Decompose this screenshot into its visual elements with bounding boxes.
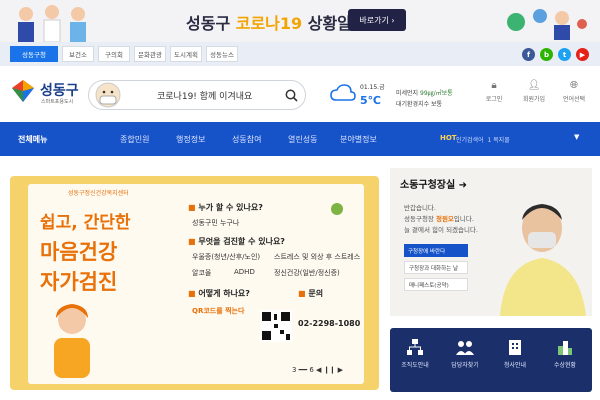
question-who: ■ 누가 할 수 있나요? <box>188 203 263 212</box>
main-nav: 전체메뉴 종합민원 행정정보 성동참여 열린성동 분야별정보 HOT 인기검색어… <box>0 122 600 156</box>
language-button[interactable]: 🌐︎ 언어선택 <box>556 80 592 103</box>
nav-item-field-info[interactable]: 분야별정보 <box>340 134 377 145</box>
fine-dust-status: 미세먼지 99㎍/㎥보통 <box>396 90 453 97</box>
mental-health-card: 성동구정신건강복지센터 쉽고, 간단한 마음건강 자가검진 ■ 누가 할 수 있… <box>28 184 364 384</box>
youtube-icon[interactable]: ▶ <box>576 48 589 61</box>
lock-icon: 🔒︎ <box>491 80 497 91</box>
quick-find-staff[interactable]: 담당자찾기 <box>440 338 490 369</box>
site-tabs-bar: 성동구청 보건소 구의회 문화관광 도시계획 성동뉴스 f b t ▶ <box>0 42 600 66</box>
answer-how: QR코드를 찍는다 <box>192 307 245 315</box>
seongdong-logo-icon[interactable] <box>10 78 36 104</box>
health-center-logo-icon <box>331 203 343 215</box>
nav-item-participation[interactable]: 성동참여 <box>232 134 261 145</box>
woman-illustration <box>54 304 90 378</box>
weather-date: 01.15.금 <box>360 84 385 91</box>
banner-go-button[interactable]: 바로가기 › <box>348 9 406 31</box>
promo-slider[interactable]: 성동구정신건강복지센터 쉽고, 간단한 마음건강 자가검진 ■ 누가 할 수 있… <box>10 176 379 390</box>
hot-keyword-label: HOT <box>440 134 457 142</box>
answer-who: 성동구민 누구나 <box>192 219 240 227</box>
mayor-photo <box>500 204 586 316</box>
air-quality-index: 대기환경지수 보통 <box>396 101 443 108</box>
contact-phone: 02-2298-1080 <box>298 319 361 328</box>
search-icon[interactable] <box>285 89 298 102</box>
question-how: ■ 어떻게 하나요? <box>188 289 250 298</box>
site-tab-culture[interactable]: 문화관광 <box>134 46 166 62</box>
org-chart-icon <box>407 339 423 355</box>
site-header: 성동구 스마트포용도시 코로나19! 함께 이겨내요 01.15.금 5℃ 미세… <box>0 66 600 122</box>
quick-building-info[interactable]: 청사안내 <box>490 338 540 369</box>
answer-stress: 스트레스 및 외상 후 스트레스 <box>274 253 361 261</box>
mayor-wish-button[interactable]: 구청장에 바란다 <box>404 244 468 257</box>
medical-staff-illustration <box>18 5 86 42</box>
building-icon <box>509 340 521 355</box>
mayor-office-panel: 소동구청장실 ➜ 반갑습니다. 성동구청장 정원오입니다. 늘 곁에서 힘이 되… <box>390 168 592 316</box>
quick-awards[interactable]: 수상현황 <box>540 338 590 369</box>
covid-banner[interactable]: 성동구 코로나19 상황알림 바로가기 › <box>0 0 600 42</box>
mayor-talk-button[interactable]: 구청장과 대화하는 날 <box>404 261 468 274</box>
logo-text[interactable]: 성동구 <box>40 80 79 100</box>
slider-pager[interactable]: 3 ━━ 6 ◀ ❙❙ ▶ <box>292 366 343 374</box>
quick-links: 조직도안내 담당자찾기 청사안내 수상현황 <box>390 328 592 392</box>
people-icon <box>456 341 474 355</box>
answer-mental-health: 정신건강(일반/정신증) <box>274 269 340 277</box>
mayor-greeting-2: 성동구청장 정원오입니다. <box>404 215 474 223</box>
facebook-icon[interactable]: f <box>522 48 535 61</box>
hot-keyword[interactable]: 인기검색어 1 복지몰 <box>456 135 510 144</box>
mayor-office-title[interactable]: 소동구청장실 ➜ <box>400 176 467 191</box>
site-tab-news[interactable]: 성동뉴스 <box>206 46 238 62</box>
answer-alcohol: 알코올 <box>192 269 212 277</box>
globe-icon: 🌐︎ <box>570 80 578 91</box>
site-tab-council[interactable]: 구의회 <box>98 46 130 62</box>
mayor-greeting-1: 반갑습니다. <box>404 204 436 212</box>
twitter-icon[interactable]: t <box>558 48 571 61</box>
all-menu-button[interactable]: 전체메뉴 <box>18 134 47 145</box>
qr-code[interactable] <box>260 310 292 342</box>
question-what: ■ 무엇을 검진할 수 있나요? <box>188 237 285 246</box>
search-input[interactable]: 코로나19! 함께 이겨내요 <box>88 80 306 110</box>
blog-icon[interactable]: b <box>540 48 553 61</box>
site-tab-urban-plan[interactable]: 도시계획 <box>170 46 202 62</box>
cloud-icon <box>330 84 356 101</box>
card-org-label: 성동구정신건강복지센터 <box>68 190 129 197</box>
manifesto-button[interactable]: 매니페스토(공약) <box>404 278 468 291</box>
nav-item-admin[interactable]: 행정정보 <box>176 134 205 145</box>
card-title-line3: 자가검진 <box>40 270 118 294</box>
login-button[interactable]: 🔒︎ 로그인 <box>476 80 512 103</box>
qr-code-icon <box>260 310 292 342</box>
answer-adhd: ADHD <box>234 268 255 276</box>
chevron-down-icon[interactable]: ▼ <box>574 133 579 141</box>
site-tab-health-center[interactable]: 보건소 <box>62 46 94 62</box>
site-tab-gu-office[interactable]: 성동구청 <box>10 46 58 62</box>
nav-item-civil[interactable]: 종합민원 <box>120 134 149 145</box>
search-text: 코로나19! 함께 이겨내요 <box>157 92 253 102</box>
card-title-line2: 마음건강 <box>40 240 118 264</box>
user-icon: 👤︎ <box>527 80 541 91</box>
mascot-mask-icon <box>95 82 121 108</box>
banner-title: 성동구 코로나19 상황알림 <box>186 14 367 33</box>
mayor-greeting-3: 늘 곁에서 힘이 되겠습니다. <box>404 226 479 234</box>
card-title-line1: 쉽고, 간단한 <box>40 213 131 233</box>
answer-depression: 우울증(청년/산후/노인) <box>192 253 261 261</box>
question-contact: ■ 문의 <box>298 289 324 298</box>
virus-illustration <box>507 9 587 40</box>
weather-temperature: 5℃ <box>360 94 381 107</box>
signup-button[interactable]: 👤︎ 회원가입 <box>516 80 552 103</box>
award-icon <box>558 341 572 355</box>
quick-org-chart[interactable]: 조직도안내 <box>390 338 440 369</box>
nav-item-open[interactable]: 열린성동 <box>288 134 317 145</box>
logo-subtitle: 스마트포용도시 <box>41 99 74 105</box>
